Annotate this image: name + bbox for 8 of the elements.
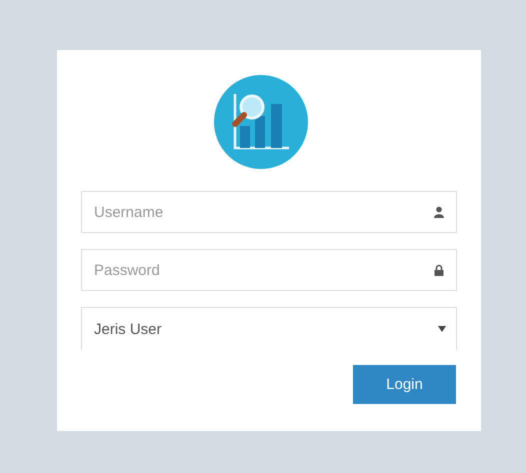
- login-button[interactable]: Login: [353, 365, 456, 404]
- username-field[interactable]: Username: [81, 191, 457, 233]
- password-field[interactable]: Password: [81, 249, 457, 291]
- lock-icon: [433, 264, 445, 276]
- user-icon: [433, 206, 445, 218]
- role-dropdown[interactable]: Jeris User: [81, 307, 457, 350]
- caret-icon: [438, 326, 446, 332]
- chart-magnifier-logo-icon: [213, 74, 309, 170]
